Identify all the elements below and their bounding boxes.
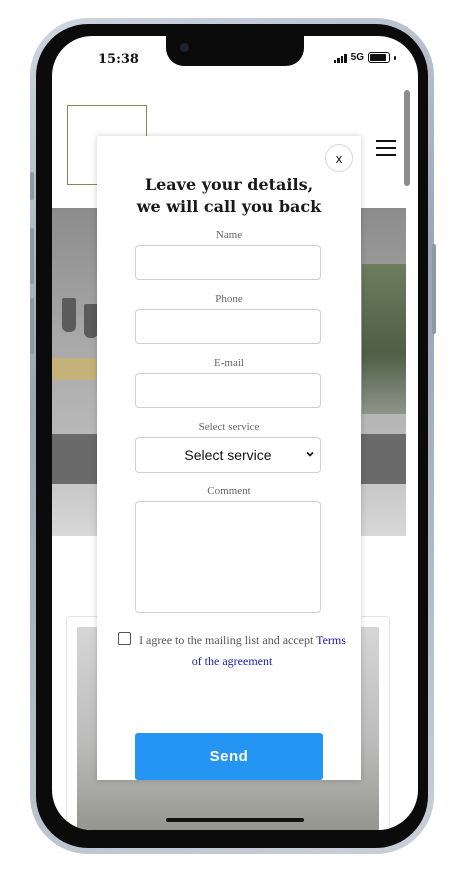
modal-title-line2: we will call you back (136, 197, 322, 216)
email-field[interactable] (135, 373, 321, 408)
phone-label: Phone (215, 293, 243, 305)
hero-shelf (52, 358, 96, 380)
modal-title: Leave your details, we will call you bac… (97, 174, 361, 218)
comment-label: Comment (207, 485, 251, 497)
comment-field[interactable] (135, 501, 321, 613)
close-button[interactable]: x (325, 144, 353, 172)
mute-switch (30, 172, 34, 200)
service-select[interactable]: Select service (135, 437, 321, 473)
network-type: 5G (350, 52, 364, 63)
email-label: E-mail (214, 357, 244, 369)
modal-title-line1: Leave your details, (144, 175, 314, 194)
agree-checkbox[interactable] (118, 632, 132, 645)
page-scrollbar[interactable] (404, 90, 410, 186)
service-label: Select service (198, 421, 260, 433)
callback-modal: x Leave your details, we will call you b… (97, 136, 361, 780)
signal-bars-icon (333, 53, 347, 63)
volume-down-button (30, 298, 34, 354)
volume-up-button (30, 228, 34, 284)
status-time: 15:38 (98, 52, 139, 67)
home-indicator (166, 818, 304, 822)
power-button (432, 244, 436, 334)
hamburger-menu-icon[interactable] (376, 140, 396, 156)
name-label: Name (215, 229, 243, 241)
phone-screen: 15:38 5G x Leave your details, we will c… (52, 36, 418, 830)
front-camera-icon (180, 43, 189, 52)
battery-cap (394, 55, 396, 60)
agreement-label: I agree to the mailing list and accept (139, 633, 317, 647)
chevron-down-icon (306, 451, 314, 457)
service-selected-value: Select service (184, 447, 272, 463)
battery-icon (368, 52, 390, 63)
hero-window (362, 264, 406, 414)
agreement-text: I agree to the mailing list and accept T… (117, 630, 347, 672)
send-button[interactable]: Send (135, 733, 323, 780)
phone-field[interactable] (135, 309, 321, 344)
name-field[interactable] (135, 245, 321, 280)
hero-lamp (84, 304, 98, 338)
hero-lamp (62, 298, 76, 332)
notch (166, 36, 304, 66)
status-indicators: 5G (333, 52, 396, 63)
